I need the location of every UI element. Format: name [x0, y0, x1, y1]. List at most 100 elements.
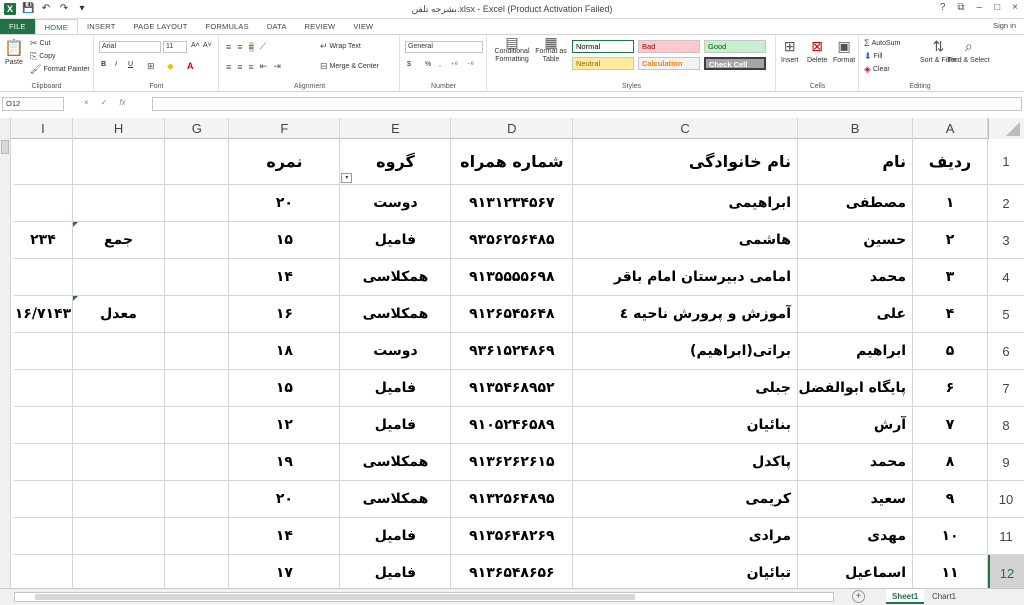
cell-g5[interactable]: [165, 296, 230, 333]
cell-g6[interactable]: [165, 333, 230, 370]
cell-c9[interactable]: پاکدل: [573, 444, 798, 481]
fill-color-button[interactable]: ◆: [167, 61, 174, 72]
cell-i12[interactable]: [14, 555, 73, 588]
borders-button[interactable]: ⊞: [147, 61, 155, 72]
cell-e3[interactable]: فامیل: [340, 222, 452, 259]
indent-icon[interactable]: ⇤: [260, 61, 268, 72]
cell-f7[interactable]: ۱۵: [229, 370, 341, 407]
vertical-scrollbar[interactable]: [0, 118, 11, 588]
cell-h1[interactable]: [72, 139, 166, 185]
bold-button[interactable]: B: [101, 61, 106, 68]
orientation-icon[interactable]: ⟋: [260, 41, 266, 52]
sheet-tab-chart1[interactable]: Chart1: [926, 589, 962, 604]
cell-g7[interactable]: [165, 370, 230, 407]
cell-h4[interactable]: [72, 259, 166, 296]
cell-d9[interactable]: ۹۱۳۶۲۶۲۶۱۵: [451, 444, 574, 481]
tab-file[interactable]: FILE: [0, 19, 35, 34]
cell-i5[interactable]: ۱۶/۷۱۴۳: [14, 296, 73, 333]
cell-style-check-cell[interactable]: Check Cell: [704, 57, 766, 70]
cell-d8[interactable]: ۹۱۰۵۲۴۶۵۸۹: [451, 407, 574, 444]
cell-d12[interactable]: ۹۱۳۶۵۴۸۶۵۶: [451, 555, 574, 588]
merge-center-button[interactable]: ⊟ Merge & Center: [320, 61, 379, 72]
cut-button[interactable]: ✂ Cut: [30, 38, 50, 49]
column-header-h[interactable]: H: [73, 118, 166, 139]
cell-f6[interactable]: ۱۸: [229, 333, 341, 370]
cell-c12[interactable]: تبائیان: [573, 555, 798, 588]
cell-c11[interactable]: مرادی: [573, 518, 798, 555]
cell-h3[interactable]: جمع: [72, 222, 166, 259]
cell-d2[interactable]: ۹۱۳۱۲۳۴۵۶۷: [451, 185, 574, 222]
cell-style-bad[interactable]: Bad: [638, 40, 700, 53]
cell-style-calculation[interactable]: Calculation: [638, 57, 700, 70]
column-header-g[interactable]: G: [165, 118, 230, 139]
cell-e10[interactable]: همکلاسی: [340, 481, 452, 518]
cell-e4[interactable]: همکلاسی: [340, 259, 452, 296]
cell-b5[interactable]: علی: [798, 296, 914, 333]
cell-g8[interactable]: [165, 407, 230, 444]
cell-f9[interactable]: ۱۹: [229, 444, 341, 481]
cell-f3[interactable]: ۱۵: [229, 222, 341, 259]
row-header-10[interactable]: 10: [988, 481, 1024, 518]
copy-button[interactable]: ⎘ Copy: [30, 51, 56, 62]
column-header-e[interactable]: E: [340, 118, 452, 139]
close-icon[interactable]: ×: [1012, 2, 1018, 13]
cell-g12[interactable]: [165, 555, 230, 588]
row-header-1[interactable]: 1: [988, 139, 1024, 185]
cell-e6[interactable]: دوست: [340, 333, 452, 370]
cell-a4[interactable]: ۳: [913, 259, 988, 296]
autosum-button[interactable]: Σ AutoSum: [864, 38, 900, 48]
cell-a12[interactable]: ۱۱: [913, 555, 988, 588]
cell-c4[interactable]: امامی دبیرستان امام باقر: [573, 259, 798, 296]
cell-e9[interactable]: همکلاسی: [340, 444, 452, 481]
cell-a5[interactable]: ۴: [913, 296, 988, 333]
cell-b9[interactable]: محمد: [798, 444, 914, 481]
cell-h6[interactable]: [72, 333, 166, 370]
cell-g9[interactable]: [165, 444, 230, 481]
shrink-font-button[interactable]: A˅: [203, 42, 212, 49]
delete-cells-button[interactable]: ⊠ Delete: [807, 38, 827, 64]
font-color-button[interactable]: A: [187, 61, 194, 71]
cell-b4[interactable]: محمد: [798, 259, 914, 296]
cell-a1[interactable]: ردیف: [913, 139, 988, 185]
clear-button[interactable]: ◈ Clear: [864, 64, 890, 75]
cell-e7[interactable]: فامیل: [340, 370, 452, 407]
tab-data[interactable]: DATA: [258, 19, 296, 34]
cell-a7[interactable]: ۶: [913, 370, 988, 407]
cell-c10[interactable]: کریمی: [573, 481, 798, 518]
enter-icon[interactable]: ✓: [101, 98, 108, 107]
ribbon-display-icon[interactable]: ⧉: [957, 2, 964, 13]
row-header-12[interactable]: 12: [988, 555, 1024, 588]
cell-c2[interactable]: ابراهیمی: [573, 185, 798, 222]
column-header-b[interactable]: B: [798, 118, 914, 139]
cell-b3[interactable]: حسین: [798, 222, 914, 259]
column-header-f[interactable]: F: [229, 118, 341, 139]
cell-b7[interactable]: پایگاه ابوالفضل: [798, 370, 914, 407]
cell-g4[interactable]: [165, 259, 230, 296]
cell-f2[interactable]: ۲۰: [229, 185, 341, 222]
find-select-button[interactable]: ⌕ Find & Select: [948, 38, 990, 64]
increase-decimal-button[interactable]: ⁺⁰: [451, 61, 458, 69]
cell-f10[interactable]: ۲۰: [229, 481, 341, 518]
cell-f8[interactable]: ۱۲: [229, 407, 341, 444]
cell-a3[interactable]: ۲: [913, 222, 988, 259]
row-header-5[interactable]: 5: [988, 296, 1024, 333]
fill-button[interactable]: ⬇ Fill: [864, 51, 883, 62]
horizontal-scrollbar[interactable]: [14, 592, 834, 602]
cell-g3[interactable]: [165, 222, 230, 259]
cell-e5[interactable]: همکلاسی: [340, 296, 452, 333]
cell-f5[interactable]: ۱۶: [229, 296, 341, 333]
comma-button[interactable]: ,: [439, 61, 441, 68]
cell-b8[interactable]: آرش: [798, 407, 914, 444]
number-format-select[interactable]: General: [405, 41, 483, 53]
font-size-select[interactable]: 11: [163, 41, 187, 53]
select-all-corner[interactable]: [988, 118, 1024, 139]
row-header-2[interactable]: 2: [988, 185, 1024, 222]
cell-style-good[interactable]: Good: [704, 40, 766, 53]
cell-g11[interactable]: [165, 518, 230, 555]
cell-c8[interactable]: بنائیان: [573, 407, 798, 444]
cell-h12[interactable]: [73, 555, 166, 588]
cell-e8[interactable]: فامیل: [340, 407, 452, 444]
cell-b1[interactable]: نام: [798, 139, 914, 185]
tab-page-layout[interactable]: PAGE LAYOUT: [125, 19, 197, 34]
cell-g10[interactable]: [165, 481, 230, 518]
